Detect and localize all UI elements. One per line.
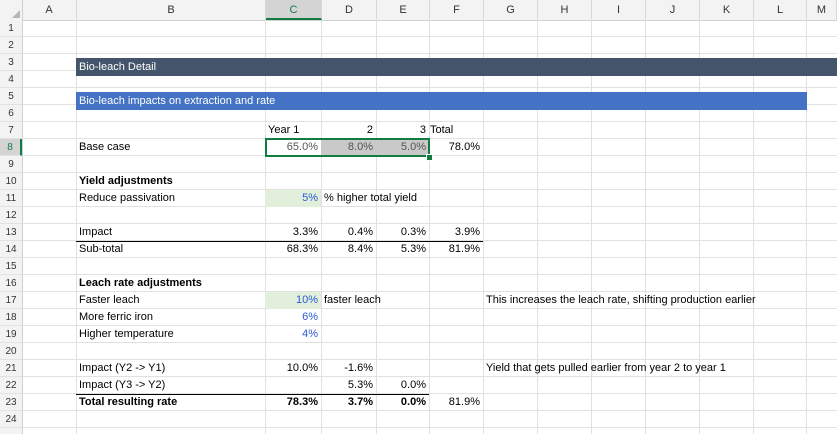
row-header[interactable]: 6 [0, 105, 22, 122]
column-header-e[interactable]: E [377, 0, 430, 20]
impact-y2-y1-year1[interactable]: 10.0% [265, 360, 321, 377]
impact-y2-y1-year2[interactable]: -1.6% [321, 360, 376, 377]
row-header[interactable]: 13 [0, 224, 22, 241]
column-header-c[interactable]: C [266, 0, 322, 20]
impact-y3-y2-year2[interactable]: 5.3% [321, 377, 376, 394]
ferric-iron-label[interactable]: More ferric iron [76, 309, 265, 326]
impact-year3[interactable]: 0.3% [376, 224, 429, 241]
total-rate-year1[interactable]: 78.3% [265, 394, 321, 411]
title-band: Bio-leach Detail [76, 58, 837, 76]
total-rate-total[interactable]: 81.9% [429, 394, 483, 411]
passivation-label[interactable]: Reduce passivation [76, 190, 265, 207]
row-header[interactable]: 4 [0, 71, 22, 88]
fill-handle[interactable] [426, 154, 433, 161]
section-title: Bio-leach impacts on extraction and rate [79, 95, 276, 107]
passivation-note[interactable]: % higher total yield [321, 190, 481, 207]
impact-year2[interactable]: 0.4% [321, 224, 376, 241]
row-header[interactable]: 14 [0, 241, 22, 258]
subtotal-year3[interactable]: 5.3% [376, 241, 429, 258]
row-header[interactable]: 19 [0, 326, 22, 343]
row-header[interactable]: 12 [0, 207, 22, 224]
subtotal-year1[interactable]: 68.3% [265, 241, 321, 258]
row-header[interactable]: 2 [0, 37, 22, 54]
cell-grid[interactable]: Bio-leach Detail Bio-leach impacts on ex… [22, 20, 837, 434]
total-rate-year2[interactable]: 3.7% [321, 394, 376, 411]
temperature-label[interactable]: Higher temperature [76, 326, 265, 343]
faster-leach-comment[interactable]: This increases the leach rate, shifting … [483, 292, 813, 309]
row-header[interactable]: 11 [0, 190, 22, 207]
column-header-b[interactable]: B [77, 0, 266, 20]
row-header-bar: 1 2 3 4 5 6 7 8 9 10 11 12 13 14 15 16 1… [0, 20, 23, 434]
column-header-k[interactable]: K [700, 0, 754, 20]
subtotal-label[interactable]: Sub-total [76, 241, 265, 258]
sheet-title: Bio-leach Detail [79, 61, 157, 73]
row-header[interactable]: 17 [0, 292, 22, 309]
impact-label[interactable]: Impact [76, 224, 265, 241]
impact-comment[interactable]: Yield that gets pulled earlier from year… [483, 360, 813, 377]
column-header-a[interactable]: A [22, 0, 77, 20]
column-header-g[interactable]: G [484, 0, 538, 20]
row-header[interactable]: 10 [0, 173, 22, 190]
header-year3[interactable]: 3 [376, 122, 429, 139]
base-case-label[interactable]: Base case [76, 139, 265, 156]
selection-range [265, 138, 430, 157]
temperature-value[interactable]: 4% [265, 326, 321, 343]
row-header[interactable]: 3 [0, 54, 22, 71]
column-header-d[interactable]: D [322, 0, 377, 20]
passivation-input[interactable]: 5% [265, 190, 321, 207]
select-all-triangle-icon [12, 10, 20, 18]
impact-y3-y2-year3[interactable]: 0.0% [376, 377, 429, 394]
total-rate-year3[interactable]: 0.0% [376, 394, 429, 411]
column-header-j[interactable]: J [646, 0, 700, 20]
base-case-total[interactable]: 78.0% [429, 139, 483, 156]
total-rate-label[interactable]: Total resulting rate [76, 394, 265, 411]
header-year1[interactable]: Year 1 [265, 122, 321, 139]
row-header[interactable]: 24 [0, 411, 22, 428]
row-header[interactable]: 18 [0, 309, 22, 326]
row-header[interactable]: 20 [0, 343, 22, 360]
impact-y2-y1-label[interactable]: Impact (Y2 -> Y1) [76, 360, 265, 377]
subtotal-total[interactable]: 81.9% [429, 241, 483, 258]
column-header-bar: A B C D E F G H I J K L M [0, 0, 837, 21]
row-header-selected[interactable]: 8 [0, 139, 22, 156]
impact-year1[interactable]: 3.3% [265, 224, 321, 241]
column-header-f[interactable]: F [430, 0, 484, 20]
faster-leach-note[interactable]: faster leach [321, 292, 421, 309]
rate-heading[interactable]: Leach rate adjustments [76, 275, 265, 292]
row-header[interactable]: 21 [0, 360, 22, 377]
row-header[interactable]: 1 [0, 20, 22, 37]
ferric-iron-value[interactable]: 6% [265, 309, 321, 326]
row-header[interactable]: 7 [0, 122, 22, 139]
yield-heading[interactable]: Yield adjustments [76, 173, 265, 190]
select-all-corner[interactable] [0, 0, 23, 20]
impact-y3-y2-label[interactable]: Impact (Y3 -> Y2) [76, 377, 265, 394]
column-header-l[interactable]: L [754, 0, 807, 20]
row-header[interactable]: 22 [0, 377, 22, 394]
subtotal-year2[interactable]: 8.4% [321, 241, 376, 258]
row-header[interactable]: 23 [0, 394, 22, 411]
row-header[interactable]: 9 [0, 156, 22, 173]
row-header[interactable]: 16 [0, 275, 22, 292]
column-header-m[interactable]: M [807, 0, 837, 20]
row-header[interactable]: 5 [0, 88, 22, 105]
column-header-i[interactable]: I [592, 0, 646, 20]
impact-total[interactable]: 3.9% [429, 224, 483, 241]
faster-leach-input[interactable]: 10% [265, 292, 321, 309]
header-total[interactable]: Total [427, 122, 483, 139]
header-year2[interactable]: 2 [321, 122, 376, 139]
faster-leach-label[interactable]: Faster leach [76, 292, 265, 309]
row-header[interactable]: 15 [0, 258, 22, 275]
column-header-h[interactable]: H [538, 0, 592, 20]
section-band: Bio-leach impacts on extraction and rate [76, 92, 807, 110]
